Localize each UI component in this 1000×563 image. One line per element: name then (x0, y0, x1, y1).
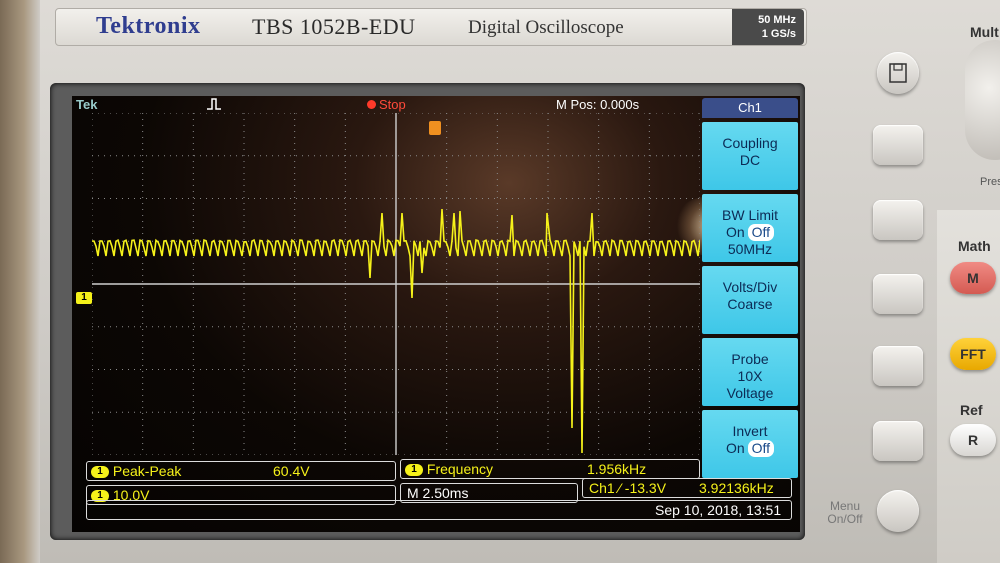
measurement-value: 1.956kHz (587, 461, 647, 477)
menu-item-value: 10X (737, 368, 763, 384)
multipurpose-knob[interactable] (965, 40, 1000, 160)
ref-button[interactable]: R (950, 424, 996, 456)
trigger-edge-icon (207, 98, 221, 110)
ref-label: Ref (960, 402, 983, 418)
bandwidth-spec: 50 MHz (758, 14, 796, 26)
menu-item-value-off: Off (747, 224, 775, 241)
menu-item-value: DC (739, 152, 761, 168)
tek-logo: Tek (76, 97, 98, 112)
menu-item-probe[interactable]: Probe 10X Voltage (702, 338, 798, 406)
option-button-1[interactable] (873, 125, 923, 165)
menu-item-label: Probe (731, 351, 769, 367)
run-state: Stop (379, 97, 406, 112)
model-name: TBS 1052B-EDU (252, 14, 416, 39)
menu-item-coupling[interactable]: Coupling DC (702, 122, 798, 190)
ch1-side-menu: Ch1 Coupling DC BW Limit On Off 50MHz Vol… (702, 98, 798, 478)
background-strip (0, 0, 40, 563)
spec-badge: 50 MHz 1 GS/s (732, 9, 804, 45)
measurement-label: Peak-Peak (112, 463, 182, 479)
menu-onoff-label: Menu On/Off (827, 499, 863, 526)
trigger-frequency: 3.92136kHz (699, 480, 774, 496)
frequency-readout: 1 Frequency 1.956kHz (400, 459, 700, 479)
trigger-readout: Ch1 ⁄ -13.3V 3.92136kHz (582, 478, 792, 498)
measurement-label: Frequency (426, 461, 494, 477)
peak-peak-readout: 1 Peak-Peak 60.4V (86, 461, 396, 481)
waveform-grid (92, 113, 700, 455)
math-label: Math (958, 238, 991, 254)
menu-onoff-button[interactable] (877, 490, 919, 532)
save-button[interactable] (877, 52, 919, 94)
datetime-value: Sep 10, 2018, 13:51 (655, 502, 782, 518)
menu-item-value: Coarse (727, 296, 773, 312)
ch1-level-marker: 1 (76, 292, 92, 304)
m-position: M Pos: 0.000s (556, 97, 640, 112)
menu-item-label: Volts/Div (722, 279, 778, 295)
menu-item-extra: 50MHz (727, 241, 773, 257)
menu-item-value-on: On (725, 440, 745, 456)
menu-item-bw-limit[interactable]: BW Limit On Off 50MHz (702, 194, 798, 262)
press-label: Pres (980, 176, 1000, 188)
menu-item-volts-div[interactable]: Volts/Div Coarse (702, 266, 798, 334)
menu-item-label: Coupling (722, 135, 778, 151)
option-button-4[interactable] (873, 346, 923, 386)
menu-title: Ch1 (702, 98, 798, 118)
fft-button[interactable]: FFT (950, 338, 996, 370)
measurement-value: 60.4V (273, 463, 310, 479)
brand-logo: Tektronix (96, 13, 201, 39)
math-button[interactable]: M (950, 262, 996, 294)
floppy-disk-icon (889, 63, 907, 83)
channel-pill: 1 (405, 464, 423, 477)
datetime-readout: Sep 10, 2018, 13:51 (86, 500, 792, 520)
multi-label: Mult (970, 24, 999, 40)
device-description: Digital Oscilloscope (468, 17, 624, 38)
menu-item-value-on: On (725, 224, 745, 240)
menu-item-label: BW Limit (722, 207, 778, 223)
option-button-3[interactable] (873, 274, 923, 314)
trigger-position-marker (429, 121, 441, 135)
channel-pill: 1 (91, 466, 109, 479)
trigger-level: Ch1 ⁄ -13.3V (589, 480, 667, 496)
menu-item-extra: Voltage (726, 385, 774, 401)
sample-rate-spec: 1 GS/s (761, 28, 796, 40)
menu-item-invert[interactable]: Invert On Off (702, 410, 798, 478)
option-button-5[interactable] (873, 421, 923, 461)
front-panel-header: Tektronix TBS 1052B-EDU Digital Oscillos… (55, 8, 807, 46)
stop-indicator-icon (367, 100, 376, 109)
menu-item-label: Invert (732, 423, 768, 439)
option-button-2[interactable] (873, 200, 923, 240)
menu-item-value-off: Off (747, 440, 775, 457)
status-bar: Tek Stop M Pos: 0.000s (72, 97, 700, 112)
